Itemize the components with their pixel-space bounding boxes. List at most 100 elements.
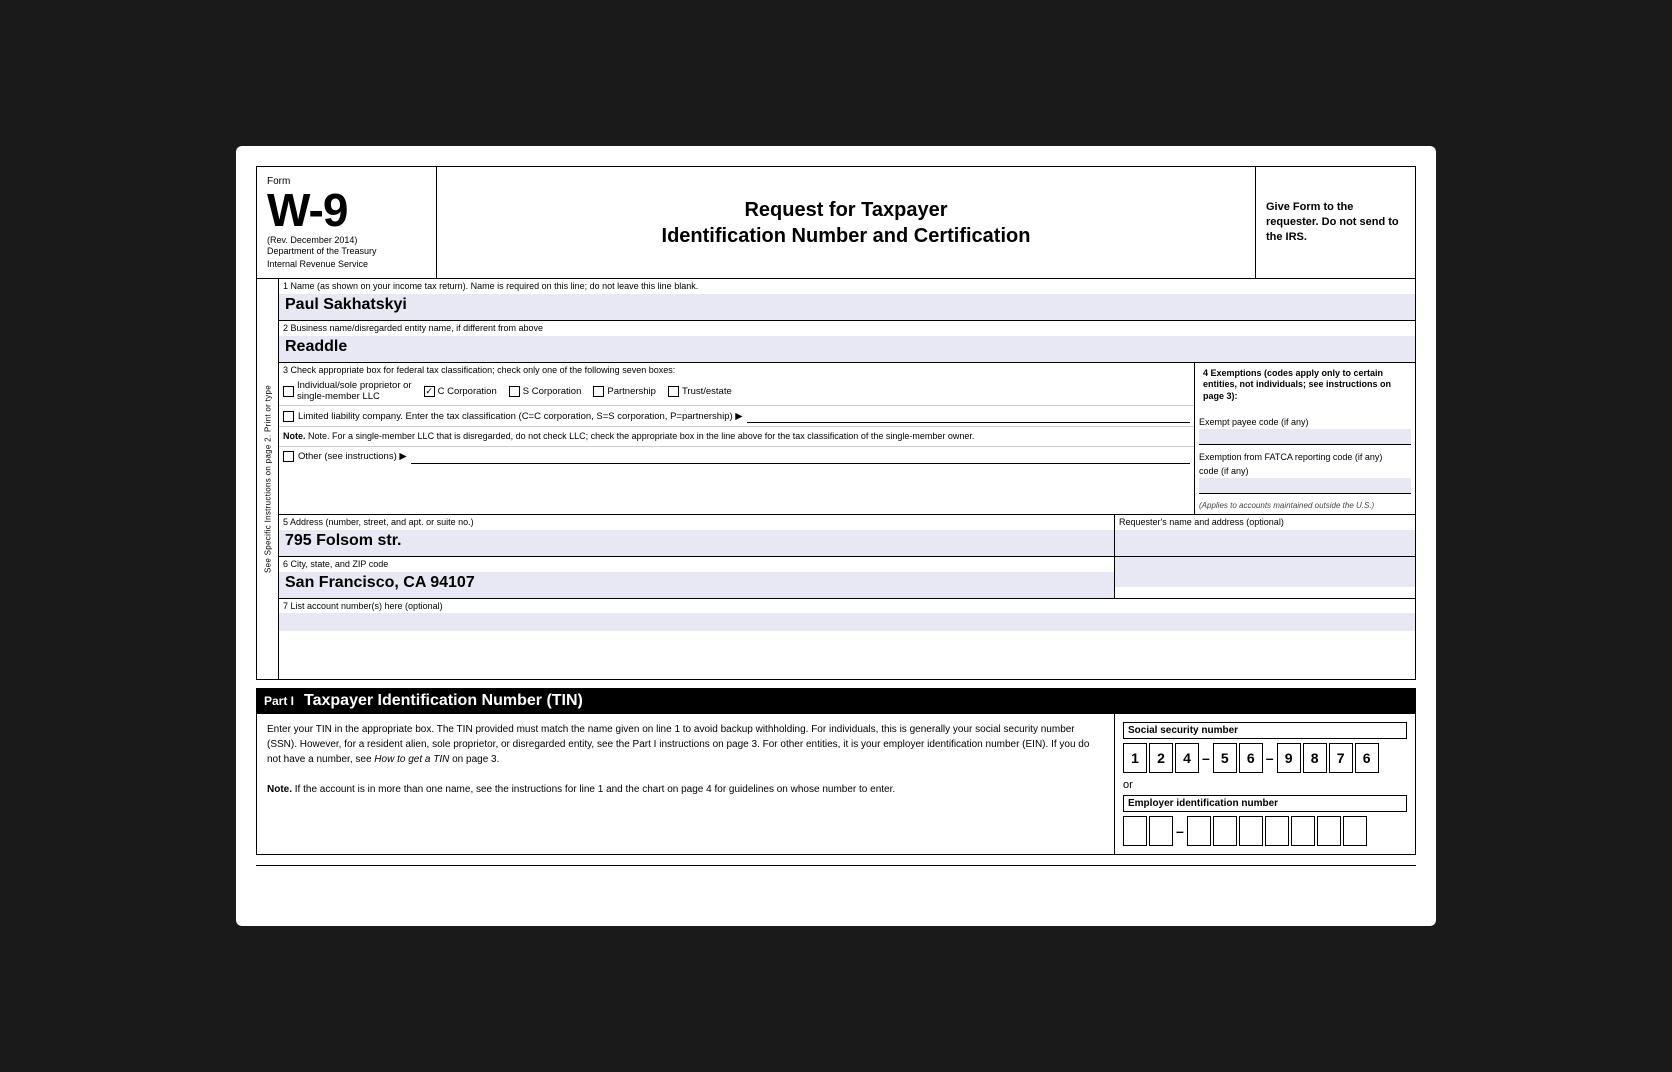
checkbox-trust: Trust/estate: [668, 386, 732, 397]
field4-inner: 4 Exemptions (codes apply only to certai…: [1195, 363, 1415, 515]
checkboxes-row: Individual/sole proprietor orsingle-memb…: [279, 377, 1194, 405]
field3-label: 3 Check appropriate box for federal tax …: [279, 363, 1194, 378]
exempt-payee-label: Exempt payee code (if any): [1199, 416, 1411, 429]
field1-row: 1 Name (as shown on your income tax retu…: [279, 279, 1415, 321]
checkbox-individual-box[interactable]: [283, 386, 294, 397]
checkbox-llc-box[interactable]: [283, 411, 294, 422]
ein-digit-7[interactable]: [1291, 816, 1315, 846]
checkbox-ccorp-box[interactable]: ✓: [424, 386, 435, 397]
part1-title: Taxpayer Identification Number (TIN): [304, 692, 583, 710]
code-if-any: code (if any): [1199, 465, 1411, 478]
other-label: Other (see instructions) ▶: [298, 451, 407, 462]
ssn-boxes: 1 2 4 – 5 6 – 9 8 7 6: [1123, 743, 1407, 773]
field7-label: 7 List account number(s) here (optional): [279, 599, 1415, 614]
ein-digit-4[interactable]: [1213, 816, 1237, 846]
checkbox-scorp: S Corporation: [509, 386, 582, 397]
ein-digit-2[interactable]: [1149, 816, 1173, 846]
part1-body: Enter your TIN in the appropriate box. T…: [256, 714, 1416, 855]
ein-digit-1[interactable]: [1123, 816, 1147, 846]
checkbox-scorp-box[interactable]: [509, 386, 520, 397]
part1-text1: Enter your TIN in the appropriate box. T…: [267, 722, 1104, 767]
field7-value[interactable]: [279, 613, 1415, 631]
ssn-digit-8[interactable]: 7: [1329, 743, 1353, 773]
ssn-digit-5[interactable]: 6: [1239, 743, 1263, 773]
ein-boxes: –: [1123, 816, 1407, 846]
row5-req: 5 Address (number, street, and apt. or s…: [279, 515, 1415, 557]
part1-label: Part I: [264, 694, 294, 708]
field5-label: 5 Address (number, street, and apt. or s…: [279, 515, 1114, 530]
w9-form: Form W-9 (Rev. December 2014) Department…: [236, 146, 1436, 926]
ein-digit-5[interactable]: [1239, 816, 1263, 846]
checkbox-scorp-label: S Corporation: [523, 386, 582, 397]
checkbox-other-box[interactable]: [283, 451, 294, 462]
form-number: W-9: [267, 187, 426, 233]
note-text: Note. Note. For a single-member LLC that…: [283, 431, 974, 441]
ssn-digit-1[interactable]: 1: [1123, 743, 1147, 773]
requester-col: Requester's name and address (optional): [1115, 515, 1415, 556]
exempt-payee-field[interactable]: [1199, 429, 1411, 445]
checkbox-trust-label: Trust/estate: [682, 386, 732, 397]
fatca-note: (Applies to accounts maintained outside …: [1199, 500, 1411, 511]
checkbox-ccorp-label: C Corporation: [438, 386, 497, 397]
field4-label: 4 Exemptions (codes apply only to certai…: [1199, 366, 1411, 404]
note-row: Note. Note. For a single-member LLC that…: [279, 426, 1194, 446]
or-text: or: [1123, 779, 1407, 791]
form-fields: 1 Name (as shown on your income tax retu…: [279, 279, 1415, 679]
dept-name: Department of the Treasury Internal Reve…: [267, 245, 426, 270]
form-title: Request for Taxpayer Identification Numb…: [662, 197, 1031, 249]
field3-area: 3 Check appropriate box for federal tax …: [279, 363, 1195, 515]
ssn-label: Social security number: [1123, 722, 1407, 739]
checkbox-partnership-box[interactable]: [593, 386, 604, 397]
part1-header: Part I Taxpayer Identification Number (T…: [256, 688, 1416, 714]
ein-dash: –: [1175, 823, 1185, 839]
checkbox-trust-box[interactable]: [668, 386, 679, 397]
header-right: Give Form to the requester. Do not send …: [1255, 167, 1415, 278]
ssn-digit-2[interactable]: 2: [1149, 743, 1173, 773]
llc-label: Limited liability company. Enter the tax…: [298, 411, 743, 422]
llc-row: Limited liability company. Enter the tax…: [279, 405, 1194, 426]
field6-value: San Francisco, CA 94107: [279, 572, 1114, 598]
rev-date: (Rev. December 2014): [267, 235, 426, 245]
requester-label: Requester's name and address (optional): [1115, 515, 1415, 530]
ein-digit-3[interactable]: [1187, 816, 1211, 846]
form-body: See Specific Instructions on page 2. Pri…: [256, 279, 1416, 680]
fatca-label: Exemption from FATCA reporting code (if …: [1199, 451, 1411, 464]
side-label-text: See Specific Instructions on page 2. Pri…: [263, 304, 272, 654]
ein-digit-6[interactable]: [1265, 816, 1289, 846]
checkbox-partnership-label: Partnership: [607, 386, 656, 397]
part1-left: Enter your TIN in the appropriate box. T…: [257, 714, 1115, 854]
field4-area: 4 Exemptions (codes apply only to certai…: [1195, 363, 1415, 515]
ein-label: Employer identification number: [1123, 795, 1407, 812]
ein-digit-9[interactable]: [1343, 816, 1367, 846]
llc-line: [747, 409, 1190, 423]
ssn-dash-1: –: [1201, 750, 1211, 766]
ssn-digit-7[interactable]: 8: [1303, 743, 1327, 773]
ssn-dash-2: –: [1265, 750, 1275, 766]
other-row: Other (see instructions) ▶: [279, 446, 1194, 467]
ssn-digit-3[interactable]: 4: [1175, 743, 1199, 773]
field2-value: Readdle: [279, 336, 1415, 362]
checkbox-ccorp: ✓ C Corporation: [424, 386, 497, 397]
main-fields-area: See Specific Instructions on page 2. Pri…: [257, 279, 1415, 679]
field2-label: 2 Business name/disregarded entity name,…: [279, 321, 1415, 336]
bottom-line: [256, 865, 1416, 866]
ssn-digit-4[interactable]: 5: [1213, 743, 1237, 773]
header-center: Request for Taxpayer Identification Numb…: [437, 167, 1255, 278]
checkbox-partnership: Partnership: [593, 386, 656, 397]
row3-4: 3 Check appropriate box for federal tax …: [279, 363, 1415, 516]
ssn-digit-9[interactable]: 6: [1355, 743, 1379, 773]
field5-value: 795 Folsom str.: [279, 530, 1114, 556]
ssn-digit-6[interactable]: 9: [1277, 743, 1301, 773]
requester-continued: [1115, 557, 1415, 598]
ein-digit-8[interactable]: [1317, 816, 1341, 846]
row6-req: 6 City, state, and ZIP code San Francisc…: [279, 557, 1415, 599]
other-line: [411, 450, 1190, 464]
field1-label: 1 Name (as shown on your income tax retu…: [279, 279, 1415, 294]
part1-right: Social security number 1 2 4 – 5 6 – 9 8…: [1115, 714, 1415, 854]
field7-row: 7 List account number(s) here (optional): [279, 599, 1415, 632]
field1-value: Paul Sakhatskyi: [279, 294, 1415, 320]
part1-text2: Note. If the account is in more than one…: [267, 782, 1104, 797]
fatca-field[interactable]: [1199, 478, 1411, 494]
field6-col: 6 City, state, and ZIP code San Francisc…: [279, 557, 1115, 598]
header-left: Form W-9 (Rev. December 2014) Department…: [257, 167, 437, 278]
